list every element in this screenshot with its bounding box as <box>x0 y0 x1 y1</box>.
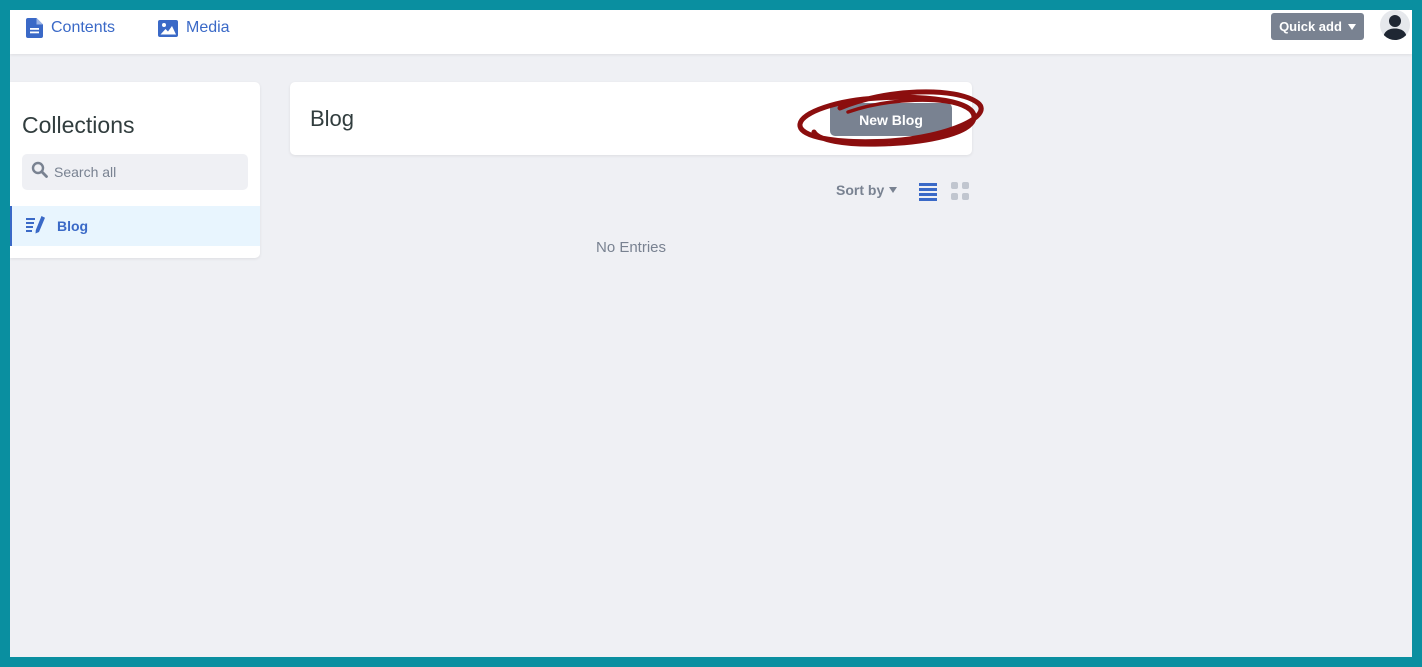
search-icon <box>31 161 48 183</box>
app-window: Contents Media Quick add Collections Sea… <box>10 10 1412 657</box>
new-blog-button[interactable]: New Blog <box>830 103 952 136</box>
pen-list-icon <box>26 215 46 237</box>
list-view-icon[interactable] <box>918 181 938 201</box>
collection-title: Blog <box>310 106 355 131</box>
sidebar-item-label: Blog <box>57 218 89 234</box>
search-box[interactable] <box>22 154 248 190</box>
search-input[interactable] <box>54 164 234 180</box>
nav-media-link[interactable]: Media <box>158 16 230 40</box>
sort-by-label: Sort by <box>836 182 885 198</box>
image-icon <box>158 19 178 37</box>
chevron-down-icon <box>1347 23 1356 30</box>
sidebar-title: Collections <box>22 112 135 138</box>
nav-media-label: Media <box>186 19 230 36</box>
quick-add-label: Quick add <box>1279 19 1342 34</box>
quick-add-button[interactable]: Quick add <box>1271 13 1364 40</box>
document-icon <box>26 18 43 38</box>
top-navbar: Contents Media Quick add <box>10 10 1412 54</box>
empty-state-text: No Entries <box>595 239 667 256</box>
sort-by-dropdown[interactable]: Sort by <box>836 182 898 198</box>
nav-contents-label: Contents <box>51 19 116 36</box>
user-avatar-icon[interactable] <box>1380 10 1410 40</box>
collection-header: Blog New Blog <box>290 82 972 155</box>
sidebar-item-blog[interactable]: Blog <box>10 206 260 246</box>
collections-sidebar: Collections Blog <box>10 82 260 258</box>
chevron-down-icon <box>889 187 898 193</box>
nav-contents-link[interactable]: Contents <box>26 16 115 40</box>
grid-view-icon[interactable] <box>950 181 970 201</box>
